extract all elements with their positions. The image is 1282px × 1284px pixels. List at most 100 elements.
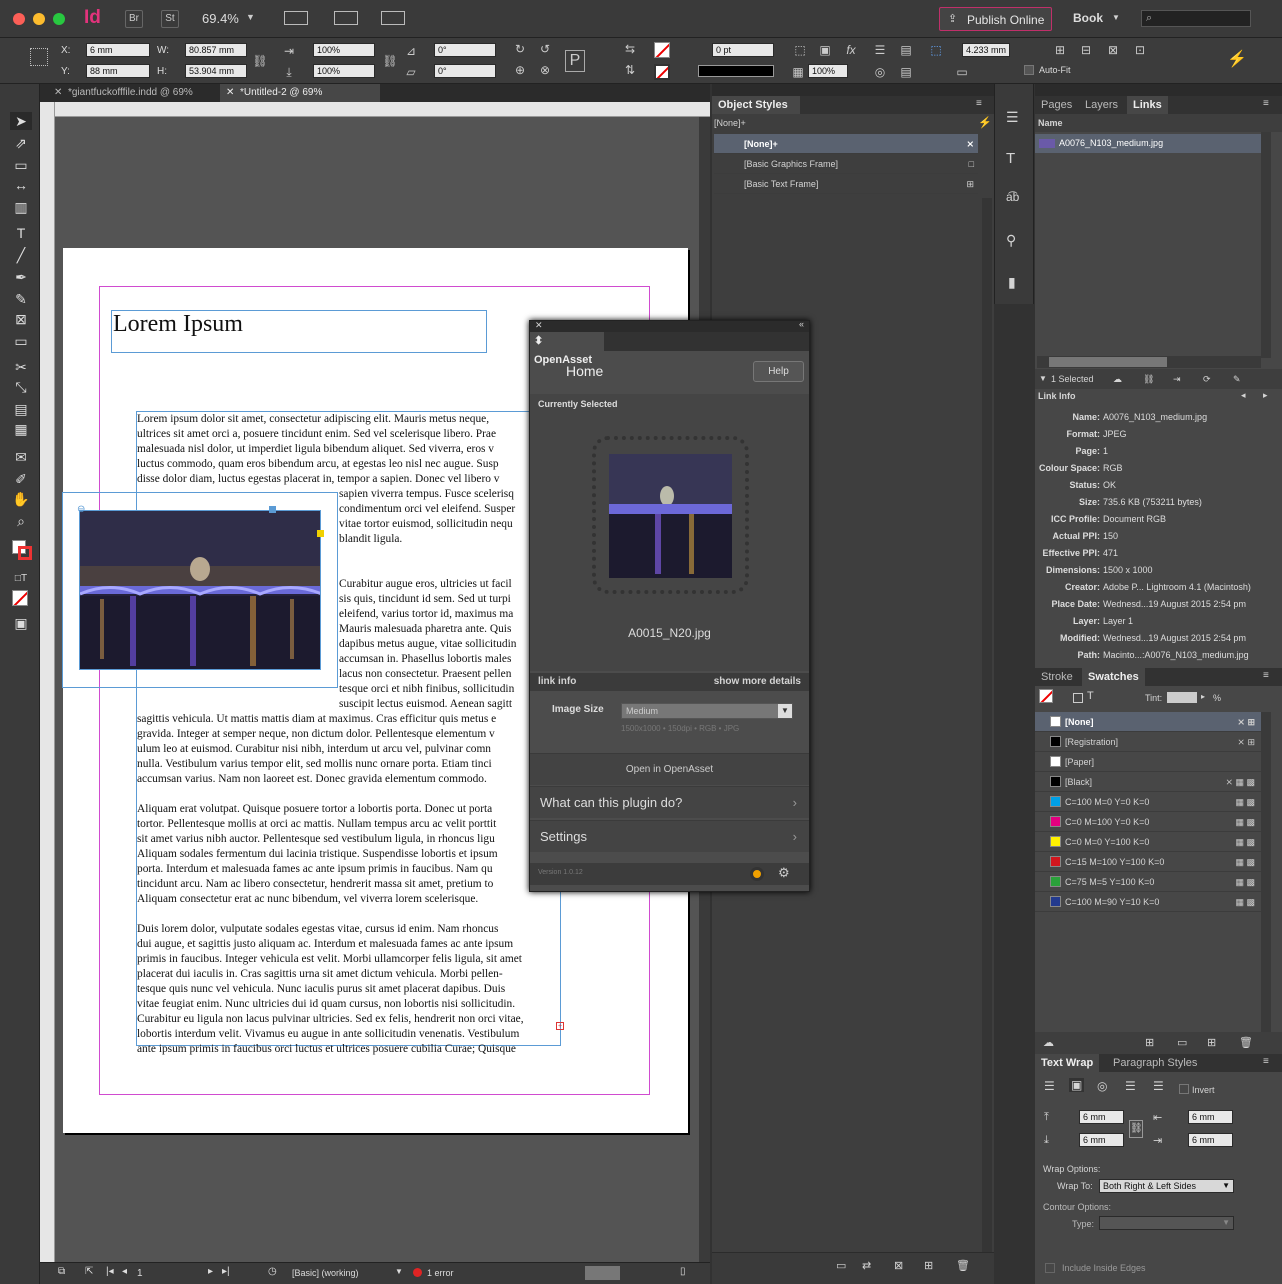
hyperlinks-panel-icon[interactable]: ⚲ [1006,232,1016,249]
width-field[interactable]: 80.857 mm [185,43,247,57]
edit-original-icon[interactable]: ✎ [1233,369,1241,389]
help-button[interactable]: Help [753,361,804,382]
text-wrap-none-icon[interactable]: ☰ [872,42,888,58]
tint-arrow-icon[interactable]: ▸ [1201,692,1205,701]
tab-untitled[interactable]: ✕ *Untitled-2 @ 69% [220,84,380,102]
paragraph-panel-icon[interactable]: ☰ [1006,109,1019,126]
swatch-item[interactable]: [Black] ⨯ ▦ ▩ [1035,772,1261,792]
horizontal-scrollbar[interactable] [585,1266,620,1280]
previous-link-icon[interactable]: ◂ [1241,390,1246,401]
overset-text-icon[interactable]: + [556,1022,564,1030]
bookmarks-panel-icon[interactable]: ▮ [1008,274,1016,291]
panel-menu-icon[interactable]: ≡ [1263,1056,1269,1067]
open-page-icon[interactable]: ⇱ [85,1266,93,1277]
swatches-scrollbar[interactable] [1261,712,1271,1032]
panel-menu-icon[interactable]: ≡ [976,98,982,109]
drop-zone[interactable] [592,436,749,594]
tab-giantfile[interactable]: ✕ *giantfuckofffile.indd @ 69% [48,84,218,102]
rectangle-tool-icon[interactable]: ▭ [10,332,32,350]
page-tool-icon[interactable]: ▭ [10,156,32,174]
top-offset-field[interactable]: 6 mm [1079,1110,1124,1124]
chevron-down-icon[interactable]: ▼ [1039,369,1047,389]
note-tool-icon[interactable]: ✉ [10,448,32,466]
wrap-object-shape-icon[interactable]: ◎ [1097,1079,1107,1093]
error-count[interactable]: 1 error [427,1268,454,1278]
select-content-icon[interactable]: ⊗ [537,62,553,78]
preflight-icon[interactable]: ⧉ [58,1266,65,1277]
x-field[interactable]: 6 mm [86,43,150,57]
character-panel-icon[interactable]: T [1006,150,1015,167]
tab-text-wrap[interactable]: Text Wrap [1035,1054,1100,1072]
left-offset-field[interactable]: 6 mm [1188,1110,1233,1124]
hand-tool-icon[interactable]: ✋ [10,490,32,508]
bridge-photo[interactable] [79,510,321,670]
show-swatch-kinds-icon[interactable]: ⊞ [1145,1036,1154,1049]
new-style-icon[interactable]: ⊞ [924,1259,933,1272]
scale-x-field[interactable]: 100% [313,43,375,57]
stroke-type-select[interactable] [698,65,774,77]
formatting-container-icon[interactable]: □T [10,570,32,588]
tab-object-styles[interactable]: Object Styles [712,96,800,114]
object-style-item[interactable]: [Basic Text Frame] ⊞ [714,174,978,194]
stock-button[interactable]: St [161,10,179,28]
selection-tool-icon[interactable]: ➤ [10,112,32,130]
type-tool-icon[interactable]: T [10,224,32,242]
gap-tool-icon[interactable]: ↔ [10,176,32,194]
next-link-icon[interactable]: ▸ [1263,390,1268,401]
close-icon[interactable]: ✕ [535,320,543,331]
paragraph-icon[interactable]: P [565,50,585,72]
swatch-item[interactable]: C=0 M=100 Y=0 K=0 ▦ ▩ [1035,812,1261,832]
object-style-item[interactable]: [None]+ ⨯ [714,134,978,154]
tab-pages[interactable]: Pages [1035,96,1078,114]
zoom-level[interactable]: 69.4% [202,11,239,26]
page-number[interactable]: 1 [137,1268,143,1279]
publish-online-button[interactable]: ⇪ Publish Online [939,7,1052,31]
link-row[interactable]: A0076_N103_medium.jpg [1035,134,1261,153]
stroke-swatch-icon[interactable] [18,546,32,560]
lightning-icon[interactable]: ⚡ [1227,52,1247,68]
clear-attributes-icon[interactable]: ⊠ [894,1259,903,1272]
chevron-down-icon[interactable]: ▼ [246,12,255,22]
pencil-tool-icon[interactable]: ✎ [10,290,32,308]
close-icon[interactable]: ✕ [54,87,62,98]
links-column-header[interactable]: Name [1035,114,1282,132]
bottom-offset-field[interactable]: 6 mm [1079,1133,1124,1147]
last-page-icon[interactable]: ▸| [222,1266,230,1277]
selected-asset-thumbnail[interactable] [609,454,732,578]
chevron-down-icon[interactable]: ▼ [395,1267,403,1276]
settings-row[interactable]: Settings › [530,820,809,852]
links-hscrollbar[interactable] [1037,356,1261,368]
delete-icon[interactable]: 🗑 [956,1259,970,1272]
y-field[interactable]: 88 mm [86,64,150,78]
image-size-select[interactable]: Medium ▼ [621,703,793,719]
bridge-button[interactable]: Br [125,10,143,28]
tab-openasset[interactable]: ⬍ OpenAsset [530,332,604,366]
wrap-next-column-icon[interactable]: ☰ [1153,1079,1164,1093]
autofit-checkbox[interactable] [1024,65,1034,75]
right-offset-field[interactable]: 6 mm [1188,1133,1233,1147]
swatch-item[interactable]: [None] ⨯ ⊞ [1035,712,1261,732]
swatch-item[interactable]: [Paper] [1035,752,1261,772]
pen-tool-icon[interactable]: ✒ [10,268,32,286]
object-styles-scrollbar[interactable] [982,198,992,1258]
what-can-plugin-do-row[interactable]: What can this plugin do? › [530,786,809,818]
swatch-item[interactable]: [Registration] ⨯ ⊞ [1035,732,1261,752]
panel-menu-icon[interactable]: ≡ [1263,98,1269,109]
eyedropper-tool-icon[interactable]: ✐ [10,470,32,488]
link-scale-icon[interactable]: ⛓ [382,53,398,69]
tab-stroke[interactable]: Stroke [1035,668,1079,686]
gradient-swatch-tool-icon[interactable]: ▤ [10,400,32,418]
direct-selection-tool-icon[interactable]: ⇗ [10,134,32,152]
arrange-documents-icon[interactable] [381,11,405,25]
screen-mode-icon[interactable] [334,11,358,25]
object-style-item[interactable]: [Basic Graphics Frame] □ [714,154,978,174]
shear-field[interactable]: 0° [434,64,496,78]
fill-none-icon[interactable] [654,42,670,58]
align-options-icon[interactable]: ▭ [947,64,977,80]
link-icon[interactable]: ⊖ [77,504,95,515]
offset-field[interactable]: 4.233 mm [962,43,1010,57]
tab-layers[interactable]: Layers [1079,96,1124,114]
history-icon[interactable]: ◷ [268,1266,277,1277]
flip-horizontal-icon[interactable]: ⇆ [622,41,638,57]
tint-field[interactable] [1167,692,1197,703]
